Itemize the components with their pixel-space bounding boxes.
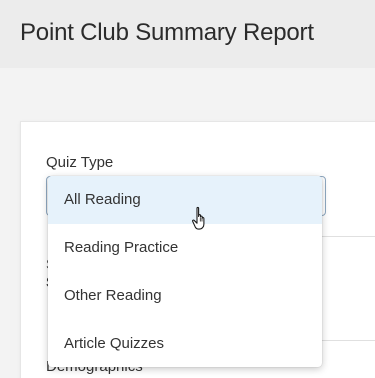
page-header: Point Club Summary Report bbox=[0, 0, 375, 68]
dropdown-option-article-quizzes[interactable]: Article Quizzes bbox=[48, 320, 322, 367]
dropdown-option-reading-practice[interactable]: Reading Practice bbox=[48, 224, 322, 272]
dropdown-option-all-reading[interactable]: All Reading bbox=[48, 176, 322, 224]
divider bbox=[321, 340, 375, 341]
dropdown-option-other-reading[interactable]: Other Reading bbox=[48, 272, 322, 320]
hand-pointer-icon bbox=[192, 206, 205, 230]
divider bbox=[321, 236, 375, 237]
quiz-type-dropdown-menu: All Reading Reading Practice Other Readi… bbox=[48, 176, 322, 367]
quiz-type-label: Quiz Type bbox=[46, 154, 114, 171]
page-title: Point Club Summary Report bbox=[20, 19, 314, 46]
